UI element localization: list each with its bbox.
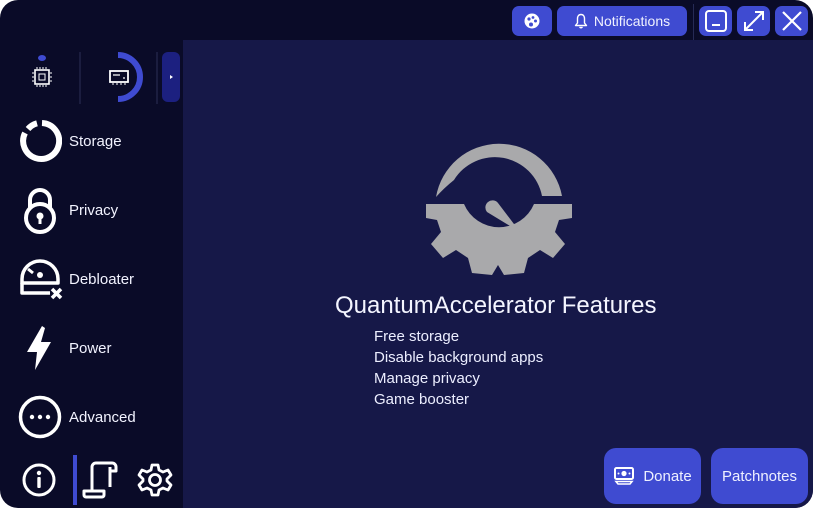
cpu-icon <box>32 67 52 87</box>
feature-list: Free storage Disable background apps Man… <box>374 326 543 410</box>
gear-gauge-logo-icon <box>426 143 572 275</box>
feature-item: Disable background apps <box>374 349 544 366</box>
scroll-icon <box>82 461 118 499</box>
monitor-divider <box>79 52 81 104</box>
ram-usage-arc <box>117 52 143 102</box>
titlebar-divider <box>693 4 694 40</box>
theme-button[interactable] <box>512 6 552 36</box>
more-circle-icon <box>18 395 62 439</box>
close-icon <box>781 11 802 31</box>
sidebar-item-label: Power <box>69 339 112 357</box>
patchnotes-label: Patchnotes <box>721 467 798 485</box>
feature-item: Manage privacy <box>374 370 480 387</box>
gear-icon <box>137 463 173 497</box>
sidebar-item-privacy[interactable]: Privacy <box>14 182 174 238</box>
bell-icon <box>574 13 588 29</box>
patchnotes-button[interactable]: Patchnotes <box>711 448 808 504</box>
cpu-usage-arc <box>38 55 46 61</box>
maximize-icon <box>743 11 764 31</box>
monitor-divider <box>156 52 158 104</box>
info-icon <box>22 463 56 497</box>
active-indicator <box>73 455 77 505</box>
settings-button[interactable] <box>135 458 175 502</box>
storage-ring-icon <box>20 120 62 162</box>
lightning-icon <box>27 326 51 370</box>
patchnotes-scroll-button[interactable] <box>80 458 120 502</box>
cpu-monitor <box>12 52 72 102</box>
sidebar-item-power[interactable]: Power <box>14 320 174 376</box>
lock-icon <box>24 188 56 234</box>
feature-item: Game booster <box>374 391 470 408</box>
notifications-label: Notifications <box>593 13 671 29</box>
feature-item: Free storage <box>374 328 460 345</box>
expand-monitors-button[interactable] <box>162 52 180 102</box>
maximize-button[interactable] <box>737 6 770 36</box>
close-button[interactable] <box>775 6 808 36</box>
money-icon <box>614 467 635 485</box>
donate-button[interactable]: Donate <box>604 448 701 504</box>
sidebar-item-label: Debloater <box>69 270 135 288</box>
sidebar-item-advanced[interactable]: Advanced <box>14 389 174 445</box>
ram-monitor <box>90 52 150 102</box>
debloater-gauge-icon <box>20 259 63 300</box>
palette-icon <box>524 13 540 29</box>
chevron-right-icon <box>170 75 173 79</box>
minimize-button[interactable] <box>699 6 732 36</box>
page-title: QuantumAccelerator Features <box>335 292 657 319</box>
minimize-icon <box>704 10 727 32</box>
ram-icon <box>109 70 129 85</box>
notifications-button[interactable]: Notifications <box>557 6 687 36</box>
info-button[interactable] <box>19 458 59 502</box>
sidebar-item-storage[interactable]: Storage <box>14 113 174 169</box>
sidebar-item-debloater[interactable]: Debloater <box>14 251 174 307</box>
sidebar-item-label: Storage <box>69 132 122 150</box>
sidebar-item-label: Advanced <box>69 408 136 426</box>
sidebar-item-label: Privacy <box>69 201 119 219</box>
app-window: Notifications Storage Privacy Debloater … <box>0 0 813 508</box>
donate-label: Donate <box>643 467 692 485</box>
